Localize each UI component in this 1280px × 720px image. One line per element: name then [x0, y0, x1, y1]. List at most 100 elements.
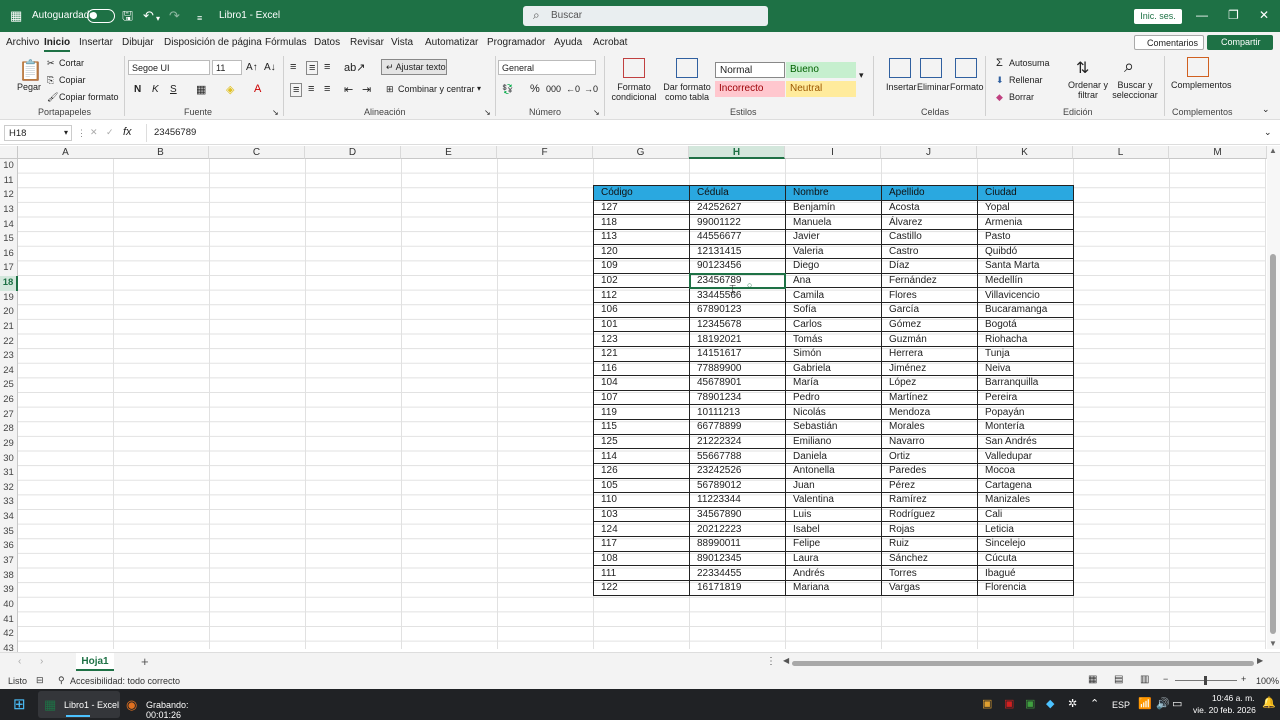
bold-button[interactable]: N	[134, 84, 141, 95]
table-cell[interactable]: 14151617	[689, 346, 786, 362]
table-cell[interactable]: 11223344	[689, 492, 786, 508]
table-cell[interactable]: 78901234	[689, 390, 786, 406]
search-box[interactable]: ⌕ Buscar	[523, 6, 768, 26]
table-cell[interactable]: 117	[593, 536, 690, 552]
column-header-a[interactable]: A	[18, 146, 114, 159]
format-painter-button[interactable]: Copiar formato	[59, 92, 119, 102]
table-cell[interactable]: 111	[593, 565, 690, 581]
scroll-left-icon[interactable]: ◀	[783, 656, 789, 665]
table-cell[interactable]: 121	[593, 346, 690, 362]
merge-center-icon[interactable]: ⊞	[386, 84, 394, 95]
row-header-16[interactable]: 16	[0, 246, 18, 262]
tray-app-icon-3[interactable]: ▣	[1025, 697, 1035, 710]
table-cell[interactable]: Villavicencio	[977, 287, 1074, 303]
row-header-40[interactable]: 40	[0, 597, 18, 613]
tray-chevron-icon[interactable]: ⌃	[1090, 697, 1099, 710]
table-cell[interactable]: Ana	[785, 273, 882, 289]
name-box[interactable]: H18 ▾	[4, 125, 72, 141]
collapse-ribbon-icon[interactable]: ⌄	[1262, 104, 1270, 115]
table-cell[interactable]: Emiliano	[785, 434, 882, 450]
table-cell[interactable]: 125	[593, 434, 690, 450]
table-cell[interactable]: Gómez	[881, 317, 978, 333]
table-header-cell[interactable]: Ciudad	[977, 185, 1074, 201]
table-cell[interactable]: Carlos	[785, 317, 882, 333]
enter-icon[interactable]: ✓	[106, 127, 114, 138]
zoom-level[interactable]: 100%	[1256, 676, 1279, 686]
table-cell[interactable]: 116	[593, 361, 690, 377]
prev-sheet-icon[interactable]: ‹	[18, 656, 21, 667]
table-cell[interactable]: 12345678	[689, 317, 786, 333]
style-bueno[interactable]: Bueno	[786, 62, 856, 78]
table-cell[interactable]: Torres	[881, 565, 978, 581]
row-header-13[interactable]: 13	[0, 202, 18, 218]
table-cell[interactable]: 21222324	[689, 434, 786, 450]
table-cell[interactable]: 88990011	[689, 536, 786, 552]
scroll-down-icon[interactable]: ▼	[1269, 639, 1277, 648]
tab-datos[interactable]: Datos	[314, 37, 340, 48]
table-cell[interactable]: Sánchez	[881, 551, 978, 567]
decrease-indent-icon[interactable]: ⇤	[344, 83, 353, 96]
format-cells-icon[interactable]	[955, 58, 977, 78]
column-header-j[interactable]: J	[881, 146, 977, 159]
vertical-scrollbar[interactable]: ▲ ▼	[1267, 146, 1280, 649]
table-cell[interactable]: 118	[593, 214, 690, 230]
fill-icon[interactable]: ⬇	[996, 75, 1004, 86]
row-header-23[interactable]: 23	[0, 349, 18, 364]
row-header-26[interactable]: 26	[0, 393, 18, 408]
tab-dibujar[interactable]: Dibujar	[122, 37, 154, 48]
table-cell[interactable]: 67890123	[689, 302, 786, 318]
row-header-34[interactable]: 34	[0, 510, 18, 525]
table-cell[interactable]: Bucaramanga	[977, 302, 1074, 318]
tray-app-icon-5[interactable]: ✲	[1068, 697, 1077, 710]
table-cell[interactable]: Ruiz	[881, 536, 978, 552]
tab-disposicion[interactable]: Disposición de página	[164, 37, 262, 48]
table-cell[interactable]: 120	[593, 244, 690, 260]
table-cell[interactable]: 55667788	[689, 448, 786, 464]
table-cell[interactable]: 114	[593, 448, 690, 464]
align-bottom-icon[interactable]: ≡	[324, 61, 330, 73]
table-cell[interactable]: 105	[593, 478, 690, 494]
tray-app-icon-2[interactable]: ▣	[1004, 697, 1014, 710]
table-cell[interactable]: Manuela	[785, 214, 882, 230]
table-cell[interactable]: Pereira	[977, 390, 1074, 406]
font-color-icon[interactable]: A	[254, 83, 261, 95]
table-cell[interactable]: 56789012	[689, 478, 786, 494]
table-cell[interactable]: 23456789	[689, 273, 786, 289]
copy-icon[interactable]: ⎘	[47, 75, 54, 86]
table-cell[interactable]: Pedro	[785, 390, 882, 406]
table-cell[interactable]: Mendoza	[881, 404, 978, 420]
table-cell[interactable]: Mariana	[785, 580, 882, 596]
table-cell[interactable]: Castillo	[881, 229, 978, 245]
tab-automatizar[interactable]: Automatizar	[425, 37, 478, 48]
row-header-27[interactable]: 27	[0, 407, 18, 423]
delete-cells-button[interactable]: Eliminar	[917, 82, 950, 92]
table-cell[interactable]: 126	[593, 463, 690, 479]
zoom-out-icon[interactable]: −	[1163, 674, 1168, 684]
table-cell[interactable]: Rodríguez	[881, 507, 978, 523]
align-right-icon[interactable]: ≡	[324, 83, 330, 95]
addins-button[interactable]: Complementos	[1171, 80, 1232, 90]
orientation-icon[interactable]: ab↗	[344, 61, 365, 74]
row-header-38[interactable]: 38	[0, 568, 18, 584]
format-as-table-icon[interactable]	[676, 58, 698, 78]
horizontal-scroll-thumb[interactable]	[792, 661, 1254, 666]
table-header-cell[interactable]: Apellido	[881, 185, 978, 201]
table-cell[interactable]: Cali	[977, 507, 1074, 523]
row-header-22[interactable]: 22	[0, 334, 18, 350]
table-cell[interactable]: Laura	[785, 551, 882, 567]
row-header-19[interactable]: 19	[0, 290, 18, 306]
table-cell[interactable]: 106	[593, 302, 690, 318]
row-header-20[interactable]: 20	[0, 305, 18, 320]
insert-function-icon[interactable]: fx	[123, 126, 132, 138]
save-icon[interactable]: 🖫	[122, 8, 133, 24]
language-indicator[interactable]: ESP	[1112, 700, 1130, 710]
accounting-format-icon[interactable]: 💱	[502, 84, 513, 95]
style-incorrecto[interactable]: Incorrecto	[715, 81, 785, 97]
add-sheet-icon[interactable]: +	[141, 654, 149, 669]
table-cell[interactable]: María	[785, 375, 882, 391]
redo-icon[interactable]: ↷	[169, 8, 180, 24]
styles-more-icon[interactable]: ▾	[859, 70, 864, 81]
table-cell[interactable]: Jiménez	[881, 361, 978, 377]
table-cell[interactable]: Pasto	[977, 229, 1074, 245]
table-cell[interactable]: 99001122	[689, 214, 786, 230]
